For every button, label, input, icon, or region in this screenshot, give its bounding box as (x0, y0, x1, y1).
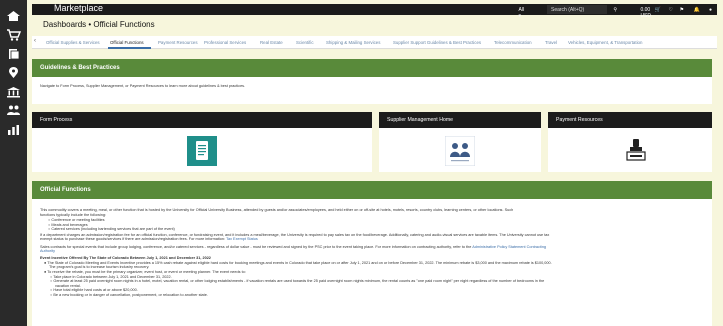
form-document-icon[interactable] (187, 136, 217, 166)
search-input[interactable]: Search (Alt+Q) (547, 5, 607, 14)
tab-bar: ‹ Official Supplies & Services Official … (32, 36, 717, 49)
tab-shipping-mailing[interactable]: Shipping & Mailing Services (326, 40, 380, 45)
tab-official-functions[interactable]: Official Functions (110, 40, 144, 45)
requirement-item: ○ Be a new booking or in danger of cance… (50, 293, 208, 297)
tab-payment-resources[interactable]: Payment Resources (158, 40, 198, 45)
favorites-icon[interactable]: ♡ (669, 7, 673, 13)
location-icon[interactable] (6, 67, 21, 79)
contracting-authority-link[interactable]: Authority (40, 249, 55, 254)
guidelines-header: Guidelines & Best Practices (32, 59, 712, 77)
tab-real-estate[interactable]: Real Estate (260, 40, 283, 45)
active-tab-underline (108, 47, 151, 49)
tab-supplier-support[interactable]: Supplier Support Guidelines & Best Pract… (393, 40, 481, 45)
tabs-scroll-left-icon[interactable]: ‹ (34, 38, 36, 44)
users-icon[interactable] (6, 104, 21, 116)
brand-title[interactable]: Marketplace (54, 3, 103, 13)
home-icon[interactable] (6, 10, 21, 22)
guidelines-text: Navigate to Form Process, Supplier Manag… (40, 84, 246, 88)
list-item: ○ Catered services (including bartending… (48, 227, 175, 232)
supplier-management-card[interactable] (379, 128, 541, 172)
institution-icon[interactable] (6, 86, 21, 98)
requirement-item: ○ Generate at least 25 paid overnight ro… (50, 279, 545, 284)
official-functions-body: This commodity covers a meeting, meal, o… (32, 199, 712, 326)
intro-paragraph: This commodity covers a meeting, meal, o… (40, 208, 514, 212)
notifications-icon[interactable]: 🔔 (694, 7, 700, 13)
tab-telecommunication[interactable]: Telecommunication (494, 40, 532, 45)
search-filter-select[interactable]: All ▾ (518, 7, 524, 19)
sidebar (0, 0, 27, 326)
tax-exempt-link[interactable]: Tax Exempt Status (226, 237, 258, 241)
contracts-paragraph: Sales contracts for special events that … (40, 244, 547, 249)
contracting-policy-link[interactable]: Administrative Policy Statement Contract… (472, 245, 546, 249)
form-process-card[interactable] (32, 128, 372, 172)
cart-icon[interactable] (6, 29, 21, 41)
guidelines-body: Navigate to Form Process, Supplier Manag… (32, 77, 712, 104)
cart-total[interactable]: 0.00 USD (640, 7, 651, 19)
tax-paragraph-cont: exempt status to purchase these goods/se… (40, 237, 258, 242)
supplier-people-icon[interactable] (445, 136, 475, 166)
search-icon[interactable]: ⚲ (613, 7, 617, 13)
cart-icon[interactable]: 🛒 (655, 7, 661, 13)
top-bar: Marketplace All ▾ Search (Alt+Q) ⚲ 0.00 … (32, 3, 717, 19)
documents-icon[interactable] (6, 48, 21, 60)
flag-icon[interactable]: ⚑ (680, 7, 684, 13)
tab-official-supplies[interactable]: Official Supplies & Services (46, 40, 100, 45)
intro-paragraph-cont: functions typically include the followin… (40, 212, 107, 217)
form-process-header[interactable]: Form Process (32, 112, 372, 128)
tab-travel[interactable]: Travel (545, 40, 557, 45)
tab-scientific[interactable]: Scientific (296, 40, 314, 45)
reports-icon[interactable] (6, 124, 21, 136)
payment-stamp-icon[interactable] (621, 136, 651, 166)
supplier-management-header[interactable]: Supplier Management Home (379, 112, 541, 128)
payment-resources-header[interactable]: Payment Resources (548, 112, 712, 128)
breadcrumb: Dashboards • Official Functions (43, 20, 155, 29)
payment-resources-card[interactable] (548, 128, 712, 172)
official-functions-header: Official Functions (32, 181, 712, 199)
tab-professional-services[interactable]: Professional Services (204, 40, 246, 45)
tab-vehicles-equipment[interactable]: Vehicles, Equipment, & Transportation (568, 40, 642, 45)
user-menu-icon[interactable]: ● (709, 7, 712, 13)
